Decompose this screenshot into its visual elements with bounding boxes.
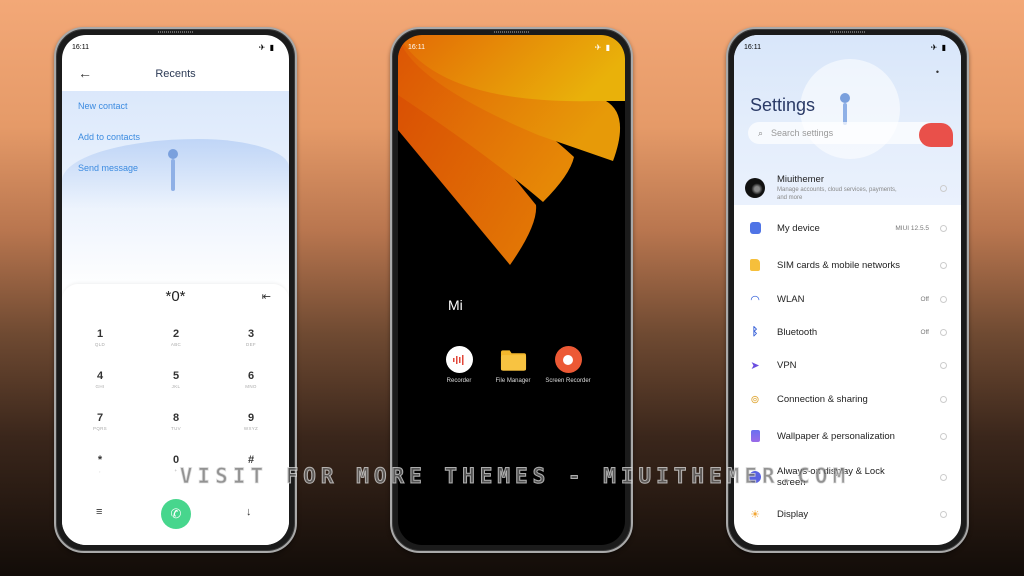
key-star[interactable]: *, <box>70 454 130 473</box>
chevron-icon <box>940 510 947 518</box>
chevron-icon <box>940 184 947 192</box>
dialer-header: ← Recents <box>62 65 289 85</box>
menu-icon[interactable]: ≡ <box>96 506 102 518</box>
chevron-icon <box>940 295 947 303</box>
settings-item-my-device[interactable]: My device MIUI 12.5.5 <box>734 216 961 240</box>
status-icons: ✈ ▮ <box>258 42 275 52</box>
key-7[interactable]: 7 PQRS <box>70 412 130 431</box>
wallpaper-icon <box>748 429 762 443</box>
key-5[interactable]: 5 JKL <box>146 370 206 389</box>
avatar <box>745 178 765 198</box>
status-time: 16:11 <box>744 43 761 51</box>
send-message-link[interactable]: Send message <box>78 163 138 173</box>
search-input[interactable]: ⌕ Search settings <box>748 122 938 144</box>
phone-icon: ✆ <box>170 506 182 521</box>
settings-item-account[interactable]: Miuithemer Manage accounts, cloud service… <box>734 172 961 204</box>
chevron-icon <box>940 328 947 336</box>
sim-card-icon <box>748 258 762 272</box>
chevron-icon <box>940 261 947 269</box>
app-file-manager[interactable]: File Manager <box>488 346 538 385</box>
call-button[interactable]: ✆ <box>161 499 191 529</box>
add-to-contacts-link[interactable]: Add to contacts <box>78 132 140 142</box>
status-time: 16:11 <box>408 43 425 51</box>
decorative-blob <box>919 123 953 147</box>
chevron-icon <box>940 224 947 232</box>
page-title: Settings <box>750 95 816 115</box>
dialed-number: *0* <box>165 288 186 305</box>
status-icons: ✈ ▮ <box>594 42 611 52</box>
status-icons: ✈ ▮ <box>930 42 947 52</box>
hotspot-icon: ⊚ <box>750 393 760 406</box>
recents-illustration <box>62 91 289 291</box>
chevron-icon <box>940 432 947 440</box>
watermark-text: VISIT FOR MORE THEMES - MIUITHEMER.COM <box>179 464 851 489</box>
key-2[interactable]: 2 ABC <box>146 328 206 347</box>
speaker-grille <box>493 31 530 33</box>
status-time: 16:11 <box>72 43 89 51</box>
folder-name: Mi <box>448 297 463 313</box>
settings-item-bluetooth[interactable]: ᛒ Bluetooth Off <box>734 320 961 344</box>
settings-item-connection[interactable]: ⊚ Connection & sharing <box>734 387 961 411</box>
key-8[interactable]: 8 TUV <box>146 412 206 431</box>
key-6[interactable]: 6 MNO <box>221 370 281 389</box>
app-screen-recorder[interactable]: Screen Recorder <box>543 346 593 385</box>
key-3[interactable]: 3 DEF <box>221 328 281 347</box>
paper-plane-icon: ➤ <box>750 359 760 372</box>
speaker-grille <box>157 31 194 33</box>
search-icon: ⌕ <box>758 127 764 138</box>
settings-item-vpn[interactable]: ➤ VPN <box>734 353 961 377</box>
figure-illustration <box>166 149 180 195</box>
bluetooth-icon: ᛒ <box>751 326 759 338</box>
key-1[interactable]: 1 QLD <box>70 328 130 347</box>
wifi-icon: ◠ <box>750 293 760 306</box>
status-bar: 16:11 ✈ ▮ <box>744 41 947 53</box>
key-9[interactable]: 9 WXYZ <box>221 412 281 431</box>
page-title: Recents <box>155 68 196 80</box>
settings-item-wallpaper[interactable]: Wallpaper & personalization <box>734 424 961 448</box>
app-recorder[interactable]: Recorder <box>434 346 484 385</box>
chevron-icon <box>940 395 947 403</box>
settings-item-sim[interactable]: SIM cards & mobile networks <box>734 253 961 277</box>
search-placeholder: Search settings <box>771 128 834 138</box>
more-options-icon[interactable]: • <box>936 67 939 77</box>
dial-keypad: *0* ⇤ 1 QLD 2 ABC 3 DEF 4 GHI 5 JKL 6 MNO 7 PQR… <box>62 284 289 545</box>
chevron-icon <box>940 361 947 369</box>
settings-item-display[interactable]: ☀ Display <box>734 502 961 526</box>
settings-item-wlan[interactable]: ◠ WLAN Off <box>734 287 961 311</box>
recorder-icon <box>445 346 473 373</box>
chevron-icon <box>940 473 947 481</box>
new-contact-link[interactable]: New contact <box>78 101 128 111</box>
folder-icon <box>500 346 527 373</box>
screen-recorder-icon <box>554 346 582 373</box>
phone-device-icon <box>748 221 762 235</box>
sun-icon: ☀ <box>750 508 760 521</box>
status-bar: 16:11 ✈ ▮ <box>408 41 611 53</box>
key-4[interactable]: 4 GHI <box>70 370 130 389</box>
backspace-icon[interactable]: ⇤ <box>262 290 271 303</box>
status-bar: 16:11 ✈ ▮ <box>72 41 275 53</box>
collapse-keypad-icon[interactable]: ↓ <box>246 506 252 518</box>
speaker-grille <box>829 31 866 33</box>
